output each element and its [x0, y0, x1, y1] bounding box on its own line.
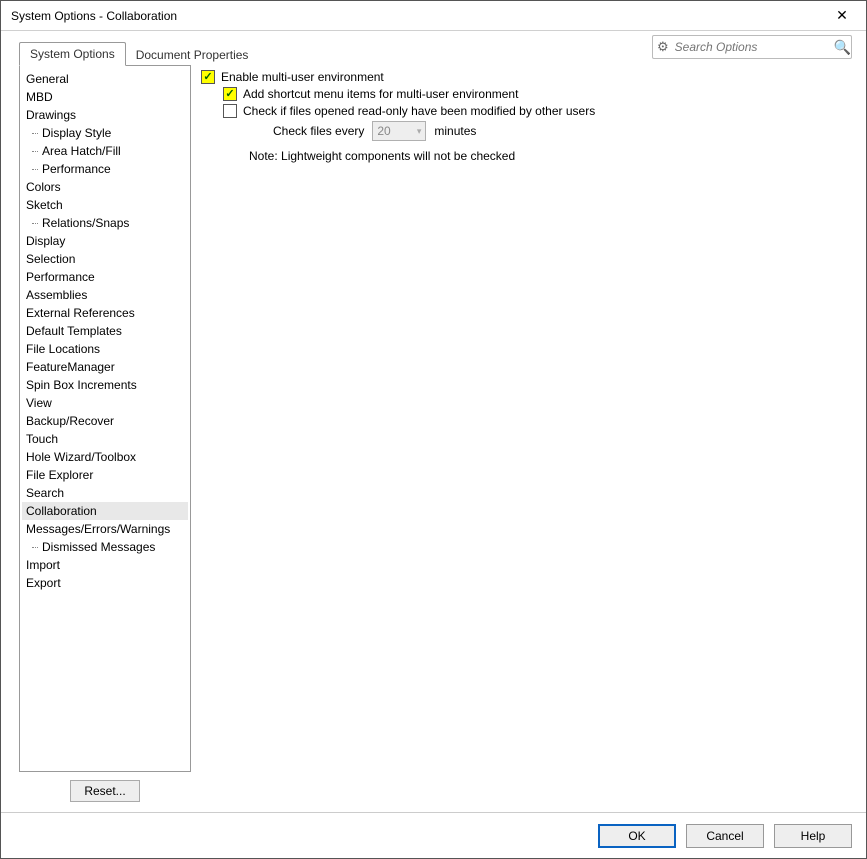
cancel-button[interactable]: Cancel	[686, 824, 764, 848]
tree-node[interactable]: External References	[22, 304, 188, 322]
tree-node[interactable]: Colors	[22, 178, 188, 196]
label-add-shortcut: Add shortcut menu items for multi-user e…	[243, 87, 518, 101]
tree-node[interactable]: Search	[22, 484, 188, 502]
ok-button[interactable]: OK	[598, 824, 676, 848]
tree-node[interactable]: Display	[22, 232, 188, 250]
tree-node[interactable]: Default Templates	[22, 322, 188, 340]
tree-node[interactable]: Selection	[22, 250, 188, 268]
tree-node[interactable]: Assemblies	[22, 286, 188, 304]
tree-node[interactable]: Sketch	[22, 196, 188, 214]
tree-node[interactable]: Area Hatch/Fill	[22, 142, 188, 160]
tree-node[interactable]: Dismissed Messages	[22, 538, 188, 556]
reset-button[interactable]: Reset...	[70, 780, 140, 802]
label-check-modified: Check if files opened read-only have bee…	[243, 104, 595, 118]
checkbox-check-modified[interactable]	[223, 104, 237, 118]
window-title: System Options - Collaboration	[11, 9, 822, 23]
label-enable-multiuser: Enable multi-user environment	[221, 70, 384, 84]
options-panel: ✓ Enable multi-user environment ✓ Add sh…	[191, 65, 856, 806]
note-text: Note: Lightweight components will not be…	[249, 149, 850, 163]
spinner-check-interval[interactable]: 20 ▾	[372, 121, 426, 141]
tree-node[interactable]: Messages/Errors/Warnings	[22, 520, 188, 538]
chevron-down-icon: ▾	[417, 126, 422, 137]
tree-node[interactable]: Collaboration	[22, 502, 188, 520]
search-box[interactable]: ⚙ 🔍	[652, 35, 852, 59]
category-tree[interactable]: GeneralMBDDrawingsDisplay StyleArea Hatc…	[19, 65, 191, 772]
label-check-every-suffix: minutes	[434, 124, 476, 138]
tree-node[interactable]: File Explorer	[22, 466, 188, 484]
label-check-every-prefix: Check files every	[273, 124, 364, 138]
dialog-footer: OK Cancel Help	[1, 812, 866, 858]
tab-system-options[interactable]: System Options	[19, 42, 126, 66]
tree-node[interactable]: General	[22, 70, 188, 88]
search-icon[interactable]: 🔍	[834, 39, 851, 56]
tree-node[interactable]: Spin Box Increments	[22, 376, 188, 394]
tree-node[interactable]: View	[22, 394, 188, 412]
tree-node[interactable]: Export	[22, 574, 188, 592]
tree-node[interactable]: Touch	[22, 430, 188, 448]
tree-node[interactable]: MBD	[22, 88, 188, 106]
tabstrip: System Options Document Properties ⚙ 🔍	[1, 31, 866, 65]
tree-node[interactable]: Drawings	[22, 106, 188, 124]
gear-icon: ⚙	[657, 39, 669, 55]
spinner-value: 20	[377, 124, 390, 138]
tree-node[interactable]: Performance	[22, 160, 188, 178]
tree-node[interactable]: Display Style	[22, 124, 188, 142]
tree-node[interactable]: Performance	[22, 268, 188, 286]
tree-node[interactable]: FeatureManager	[22, 358, 188, 376]
help-button[interactable]: Help	[774, 824, 852, 848]
tree-node[interactable]: Import	[22, 556, 188, 574]
checkbox-enable-multiuser[interactable]: ✓	[201, 70, 215, 84]
close-icon[interactable]: ✕	[822, 2, 862, 30]
tree-node[interactable]: Backup/Recover	[22, 412, 188, 430]
tree-node[interactable]: File Locations	[22, 340, 188, 358]
tab-document-properties[interactable]: Document Properties	[126, 44, 259, 66]
checkbox-add-shortcut[interactable]: ✓	[223, 87, 237, 101]
search-input[interactable]	[673, 39, 834, 55]
titlebar: System Options - Collaboration ✕	[1, 1, 866, 31]
tree-node[interactable]: Hole Wizard/Toolbox	[22, 448, 188, 466]
tree-node[interactable]: Relations/Snaps	[22, 214, 188, 232]
system-options-dialog: System Options - Collaboration ✕ System …	[0, 0, 867, 859]
